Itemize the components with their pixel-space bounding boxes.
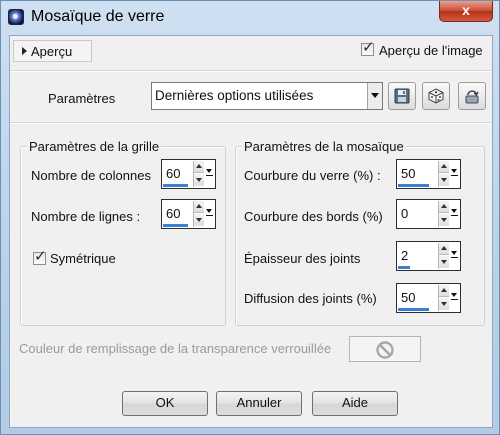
dropdown-arrow-icon[interactable] (205, 201, 214, 227)
divider (10, 70, 492, 72)
arrow-up-icon[interactable] (439, 285, 449, 297)
dice-icon (428, 88, 444, 104)
symmetric-checkbox[interactable]: ✓ (33, 248, 47, 265)
help-button[interactable]: Aide (312, 391, 398, 416)
glass-curvature-stepper[interactable]: 50 (396, 159, 461, 189)
arrow-down-icon[interactable] (439, 174, 449, 186)
edge-curvature-value: 0 (401, 206, 409, 221)
grout-thickness-value: 2 (401, 248, 409, 263)
save-preset-button[interactable] (388, 82, 416, 110)
grid-settings-group: Paramètres de la grille Nombre de colonn… (20, 139, 226, 326)
grout-thickness-label: Épaisseur des joints (244, 251, 361, 266)
symmetric-label: Symétrique (50, 251, 116, 266)
reset-icon (465, 90, 479, 104)
divider (10, 122, 492, 124)
arrow-up-icon[interactable] (439, 243, 449, 255)
grid-settings-title: Paramètres de la grille (27, 139, 162, 154)
chevron-down-icon[interactable] (367, 83, 382, 109)
mosaic-settings-title: Paramètres de la mosaïque (242, 139, 406, 154)
close-button[interactable]: x (439, 1, 493, 22)
presets-dropdown[interactable]: Dernières options utilisées (151, 82, 383, 110)
dropdown-arrow-icon[interactable] (450, 201, 459, 227)
rows-level-bar (163, 224, 188, 227)
no-color-icon (376, 341, 394, 359)
glass-curvature-spin-buttons[interactable] (438, 161, 449, 187)
edge-curvature-stepper[interactable]: 0 (396, 199, 461, 229)
rows-stepper[interactable]: 60 (161, 199, 216, 229)
rows-value: 60 (166, 206, 181, 221)
columns-value: 60 (166, 166, 181, 181)
glass-curvature-label: Courbure du verre (%) : (244, 168, 381, 183)
grout-thickness-level-bar (398, 266, 410, 269)
preview-toggle[interactable]: Aperçu (13, 40, 92, 62)
grout-thickness-stepper[interactable]: 2 (396, 241, 461, 271)
edge-curvature-spin-buttons[interactable] (438, 201, 449, 227)
checkmark-icon: ✓ (362, 39, 375, 56)
randomize-button[interactable] (422, 82, 450, 110)
window-title: Mosaïque de verre (31, 8, 165, 25)
edge-curvature-label: Courbure des bords (%) (244, 209, 383, 224)
expand-triangle-icon (22, 47, 27, 55)
grout-diffusion-label: Diffusion des joints (%) (244, 291, 377, 306)
grout-diffusion-stepper[interactable]: 50 (396, 283, 461, 313)
grout-diffusion-value: 50 (401, 290, 416, 305)
transparency-fill-label: Couleur de remplissage de la transparenc… (19, 341, 332, 356)
preview-toggle-label: Aperçu (31, 44, 73, 59)
transparency-fill-color-swatch[interactable] (349, 336, 421, 362)
dialog-body: Aperçu ✓ Aperçu de l'image Paramètres De… (9, 35, 493, 428)
show-preview-label: Aperçu de l'image (379, 43, 483, 58)
arrow-down-icon[interactable] (194, 174, 204, 186)
dropdown-arrow-icon[interactable] (450, 243, 459, 269)
mosaic-settings-group: Paramètres de la mosaïque Courbure du ve… (235, 139, 485, 326)
dropdown-arrow-icon[interactable] (450, 285, 459, 311)
arrow-down-icon[interactable] (439, 256, 449, 268)
arrow-down-icon[interactable] (194, 214, 204, 226)
dropdown-arrow-icon[interactable] (205, 161, 214, 187)
arrow-up-icon[interactable] (194, 201, 204, 213)
glass-curvature-value: 50 (401, 166, 416, 181)
dropdown-arrow-icon[interactable] (450, 161, 459, 187)
show-preview-checkbox[interactable]: ✓ (361, 39, 375, 56)
dialog-window: Mosaïque de verre x Aperçu ✓ Aperçu de l… (0, 0, 500, 435)
presets-value: Dernières options utilisées (155, 88, 314, 103)
ok-button[interactable]: OK (122, 391, 208, 416)
arrow-down-icon[interactable] (439, 298, 449, 310)
arrow-down-icon[interactable] (439, 214, 449, 226)
rows-spin-buttons[interactable] (193, 201, 204, 227)
arrow-up-icon[interactable] (439, 201, 449, 213)
arrow-up-icon[interactable] (439, 161, 449, 173)
title-bar: Mosaïque de verre x (1, 1, 500, 35)
columns-level-bar (163, 184, 188, 187)
grout-thickness-spin-buttons[interactable] (438, 243, 449, 269)
grout-diffusion-level-bar (398, 308, 429, 311)
cancel-button[interactable]: Annuler (216, 391, 302, 416)
columns-spin-buttons[interactable] (193, 161, 204, 187)
glass-curvature-level-bar (398, 184, 429, 187)
floppy-disk-icon (394, 88, 410, 104)
checkmark-icon: ✓ (34, 248, 47, 265)
presets-label: Paramètres (48, 91, 116, 106)
grout-diffusion-spin-buttons[interactable] (438, 285, 449, 311)
columns-stepper[interactable]: 60 (161, 159, 216, 189)
arrow-up-icon[interactable] (194, 161, 204, 173)
restore-defaults-button[interactable] (458, 82, 486, 110)
rows-label: Nombre de lignes : (31, 209, 141, 224)
columns-label: Nombre de colonnes (31, 168, 151, 183)
app-icon (8, 9, 24, 25)
